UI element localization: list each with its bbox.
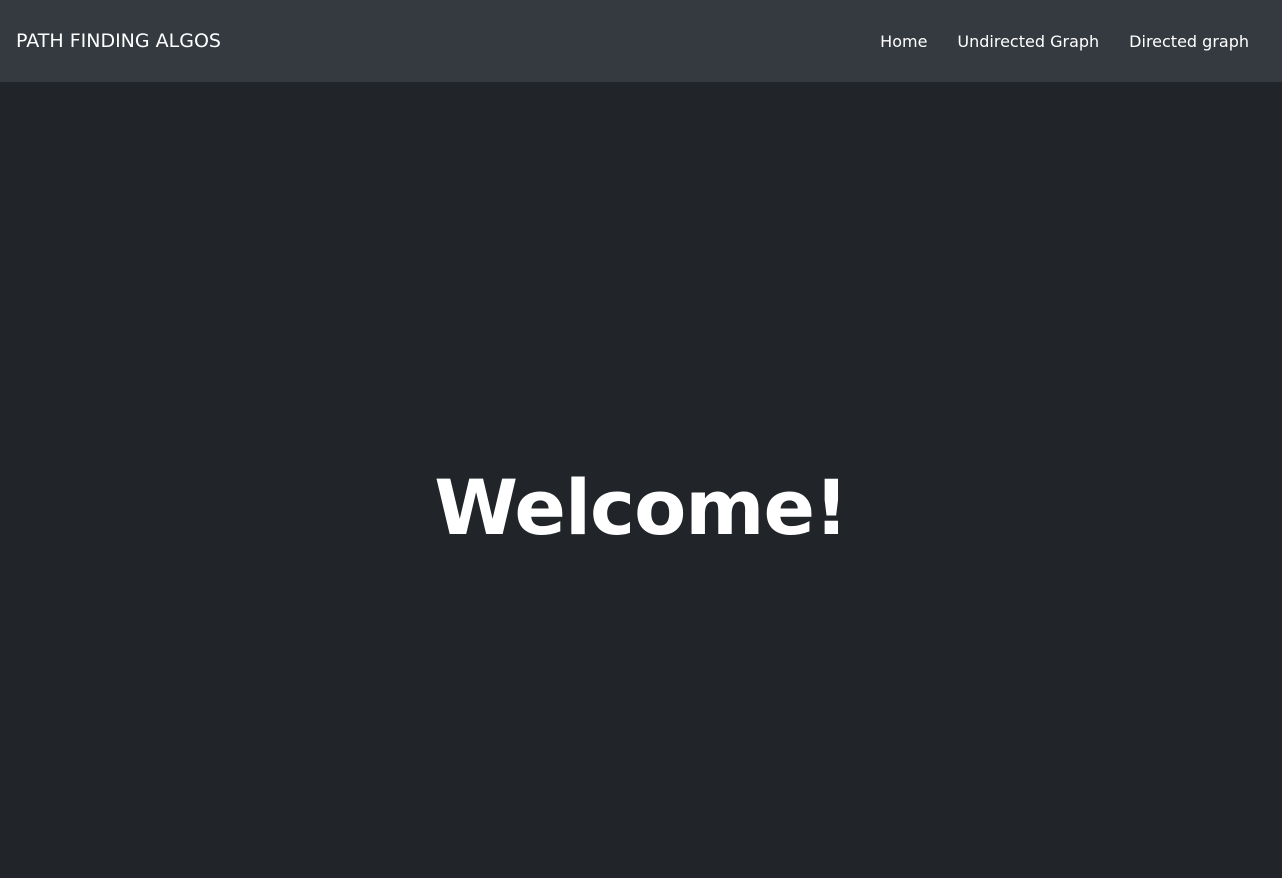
- welcome-heading: Welcome!: [434, 463, 848, 552]
- brand-link[interactable]: PATH FINDING ALGOS: [16, 30, 221, 52]
- nav-links: Home Undirected Graph Directed graph: [850, 32, 1249, 51]
- nav-link-home[interactable]: Home: [880, 32, 927, 51]
- nav-link-directed-graph[interactable]: Directed graph: [1129, 32, 1249, 51]
- nav-link-undirected-graph[interactable]: Undirected Graph: [957, 32, 1099, 51]
- top-navbar: PATH FINDING ALGOS Home Undirected Graph…: [0, 0, 1282, 82]
- main-content: Welcome!: [0, 82, 1282, 878]
